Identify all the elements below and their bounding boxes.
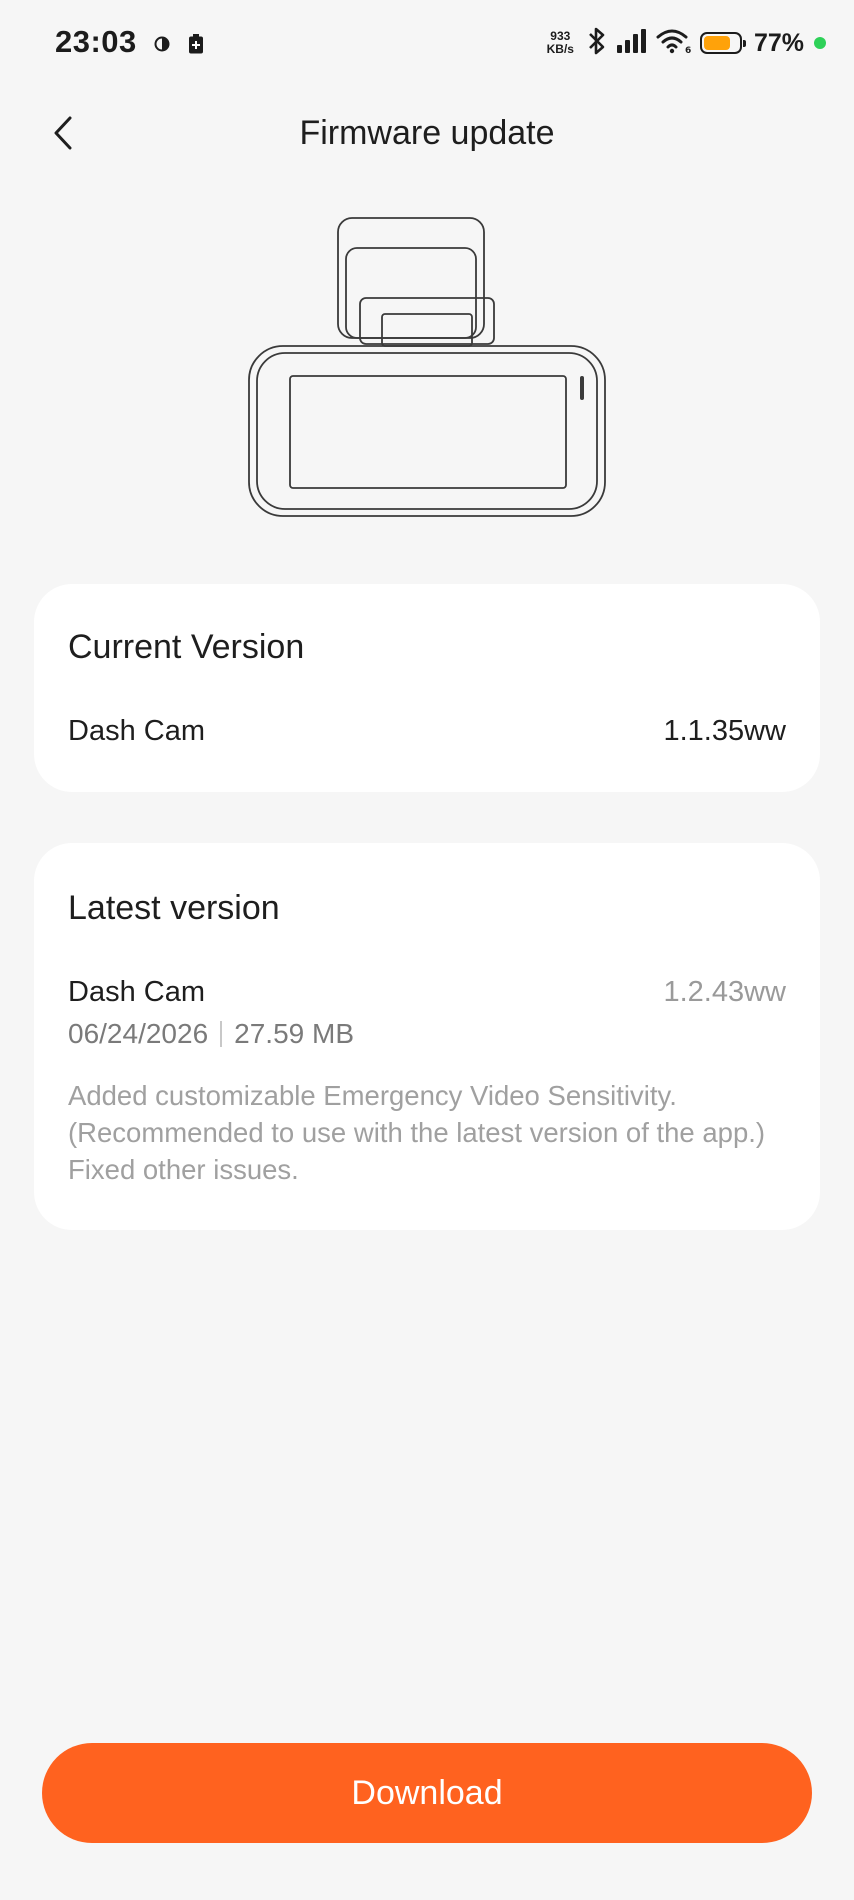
latest-version-card: Latest version Dash Cam 1.2.43ww 06/24/2… xyxy=(34,843,820,1230)
dash-cam-icon xyxy=(248,217,606,517)
release-note-line: Added customizable Emergency Video Sensi… xyxy=(68,1080,677,1111)
active-dot-icon xyxy=(814,37,826,49)
battery-percent: 77% xyxy=(753,28,804,57)
wifi-icon: 6 xyxy=(656,28,692,59)
meta-divider xyxy=(220,1021,223,1047)
bluetooth-icon xyxy=(586,26,608,61)
release-note-line: Fixed other issues. xyxy=(68,1154,299,1185)
current-version-card: Current Version Dash Cam 1.1.35ww xyxy=(34,584,820,792)
page-title: Firmware update xyxy=(299,114,555,152)
battery-fill xyxy=(703,36,731,50)
status-right: 933 KB/s 6 77% xyxy=(547,26,826,60)
battery-icon xyxy=(699,32,746,54)
latest-version-row: Dash Cam 1.2.43ww xyxy=(68,976,786,1009)
file-size: 27.59 MB xyxy=(234,1018,354,1049)
signal-icon xyxy=(616,28,648,59)
latest-device-name: Dash Cam xyxy=(68,976,205,1008)
release-note-line: (Recommended to use with the latest vers… xyxy=(68,1117,766,1148)
latest-version-meta: 06/24/2026 27.59 MB xyxy=(68,1018,354,1050)
current-version-number: 1.1.35ww xyxy=(663,715,786,747)
moon-icon xyxy=(154,36,170,57)
download-button[interactable]: Download xyxy=(42,1743,812,1843)
header: Firmware update xyxy=(0,96,854,172)
current-device-name: Dash Cam xyxy=(68,715,205,747)
latest-version-number: 1.2.43ww xyxy=(663,976,786,1008)
status-left-icons xyxy=(154,34,204,59)
status-bar: 23:03 933 KB/s 6 77% xyxy=(0,0,854,86)
network-speed: 933 KB/s xyxy=(547,30,574,56)
current-version-row: Dash Cam 1.1.35ww xyxy=(68,715,786,748)
status-time: 23:03 xyxy=(55,24,137,59)
battery-saver-icon xyxy=(188,34,204,59)
dash-cam-illustration xyxy=(246,216,608,520)
network-speed-unit: KB/s xyxy=(546,42,574,56)
svg-text:6: 6 xyxy=(685,46,691,54)
current-version-title: Current Version xyxy=(68,628,305,666)
latest-version-title: Latest version xyxy=(68,889,280,927)
release-date: 06/24/2026 xyxy=(68,1018,209,1049)
release-notes: Added customizable Emergency Video Sensi… xyxy=(68,1077,790,1188)
